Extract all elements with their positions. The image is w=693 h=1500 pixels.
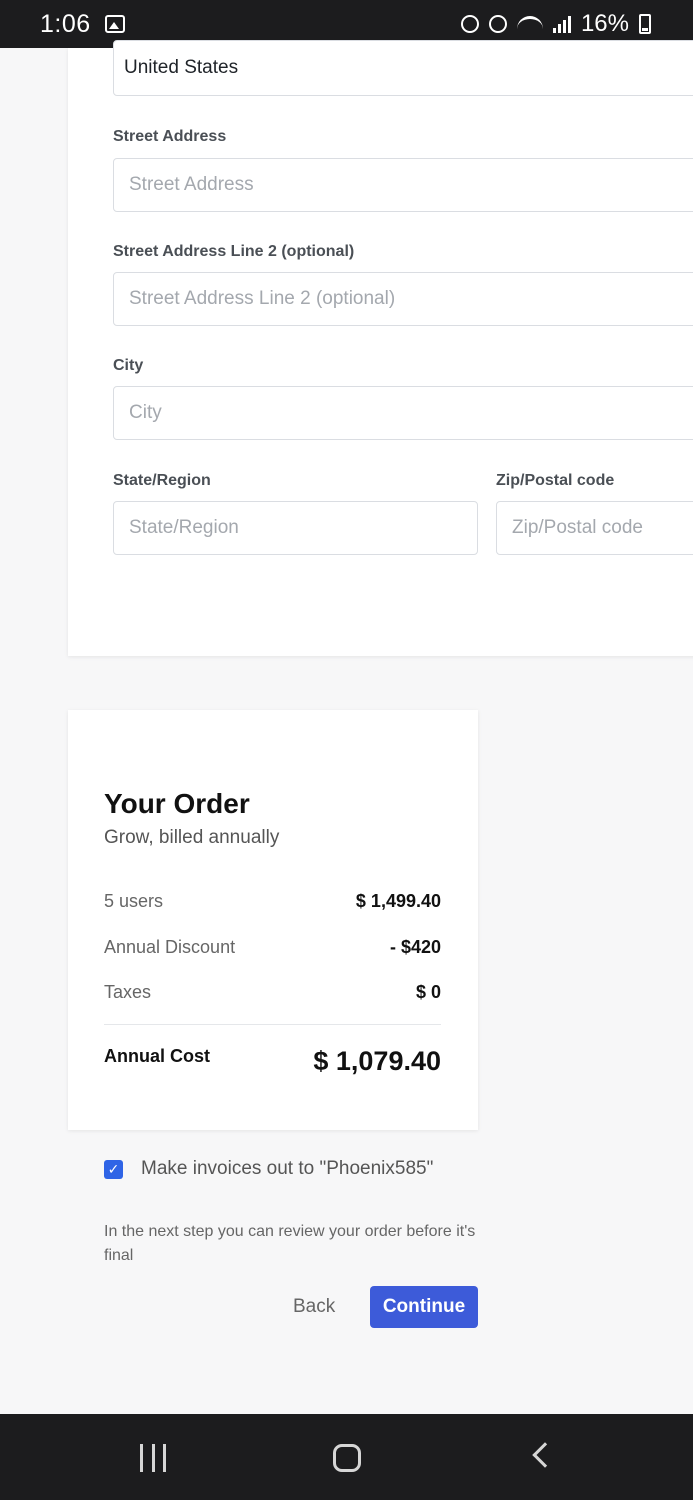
zip-label: Zip/Postal code bbox=[496, 472, 615, 489]
street2-label: Street Address Line 2 (optional) bbox=[113, 243, 355, 260]
review-note: In the next step you can review your ord… bbox=[104, 1223, 476, 1264]
order-row-value: $ 1,499.40 bbox=[355, 891, 441, 911]
order-row-users: 5 users $ 1,499.40 bbox=[104, 891, 441, 912]
status-left: 1:06 bbox=[40, 10, 125, 39]
order-row-label: Annual Discount bbox=[104, 937, 236, 957]
order-row-taxes: Taxes $ 0 bbox=[104, 982, 441, 1003]
city-input[interactable]: City bbox=[113, 386, 693, 440]
state-input[interactable]: State/Region bbox=[113, 501, 478, 555]
order-title: Your Order bbox=[104, 788, 250, 819]
order-summary-card: Your Order Grow, billed annually 5 users… bbox=[68, 710, 478, 1130]
signal-icon bbox=[552, 15, 571, 33]
street-input[interactable]: Street Address bbox=[113, 158, 693, 212]
back-arrow-icon[interactable] bbox=[532, 1442, 558, 1468]
total-value: $ 1,079.40 bbox=[313, 1046, 441, 1076]
order-row-label: Taxes bbox=[104, 982, 152, 1002]
back-button[interactable]: Back bbox=[293, 1296, 335, 1318]
data-saver-icon bbox=[460, 15, 479, 33]
invoice-checkbox[interactable]: ✓ bbox=[104, 1159, 123, 1179]
status-time: 1:06 bbox=[40, 9, 91, 38]
order-row-discount: Annual Discount - $420 bbox=[104, 937, 441, 958]
order-plan: Grow, billed annually bbox=[104, 827, 280, 848]
zip-input[interactable]: Zip/Postal code bbox=[496, 501, 693, 555]
country-select[interactable]: United States bbox=[113, 40, 693, 96]
total-label: Annual Cost bbox=[104, 1046, 210, 1066]
invoice-checkbox-row[interactable]: ✓ Make invoices out to "Phoenix585" bbox=[104, 1158, 433, 1180]
city-label: City bbox=[113, 357, 144, 374]
home-icon[interactable] bbox=[333, 1444, 361, 1472]
order-divider bbox=[104, 1024, 441, 1025]
status-right: 16% bbox=[460, 10, 651, 38]
order-row-label: 5 users bbox=[104, 891, 164, 911]
alarm-icon bbox=[488, 15, 507, 33]
continue-button[interactable]: Continue bbox=[370, 1286, 478, 1328]
order-row-value: $ 0 bbox=[415, 982, 441, 1002]
recent-apps-icon[interactable] bbox=[140, 1444, 166, 1472]
battery-percent: 16% bbox=[580, 10, 629, 37]
wifi-icon bbox=[516, 16, 543, 32]
image-notification-icon bbox=[104, 15, 125, 33]
street2-input[interactable]: Street Address Line 2 (optional) bbox=[113, 272, 693, 326]
state-label: State/Region bbox=[113, 472, 211, 489]
battery-icon bbox=[639, 14, 651, 34]
street-label: Street Address bbox=[113, 128, 227, 145]
invoice-checkbox-label: Make invoices out to "Phoenix585" bbox=[141, 1158, 434, 1179]
navigation-bar bbox=[0, 1414, 693, 1500]
address-card: United States Street Address Street Addr… bbox=[68, 40, 693, 656]
order-row-value: - $420 bbox=[389, 937, 441, 957]
